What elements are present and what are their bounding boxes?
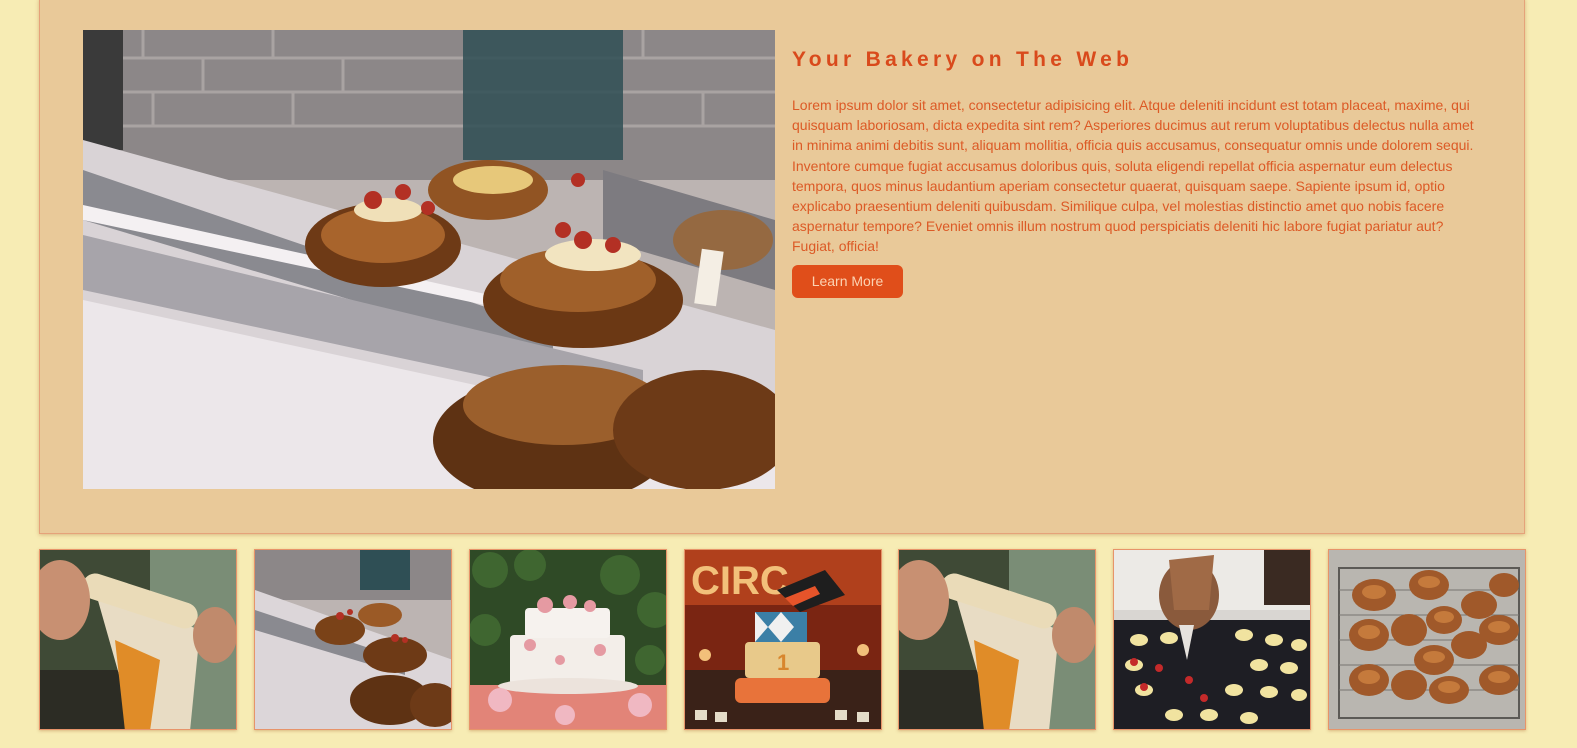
hero-croissants-photo: [83, 30, 775, 489]
gallery-strip: CIRC 1: [39, 549, 1526, 731]
hero-description: Lorem ipsum dolor sit amet, consectetur …: [792, 97, 1474, 255]
cake-number-text: 1: [777, 650, 789, 675]
gallery-thumb-circus-cake[interactable]: CIRC 1: [684, 549, 882, 730]
hero-title: Your Bakery on The Web: [792, 48, 1134, 71]
gallery-thumb-rolling-pin-2[interactable]: [898, 549, 1096, 730]
gallery-thumb-rolling-pin[interactable]: [39, 549, 237, 730]
hero-text-block: Your Bakery on The Web Lorem ipsum dolor…: [792, 47, 1482, 298]
hero-section: Your Bakery on The Web Lorem ipsum dolor…: [39, 0, 1525, 534]
gallery-thumb-croissants-rack[interactable]: [1328, 549, 1526, 730]
gallery-thumb-piping-pastries[interactable]: [1113, 549, 1311, 730]
circus-sign-text: CIRC: [691, 559, 789, 603]
gallery-thumb-croissants-tray[interactable]: [254, 549, 452, 730]
learn-more-button[interactable]: Learn More: [792, 264, 903, 298]
gallery-thumb-floral-cake[interactable]: [469, 549, 667, 730]
